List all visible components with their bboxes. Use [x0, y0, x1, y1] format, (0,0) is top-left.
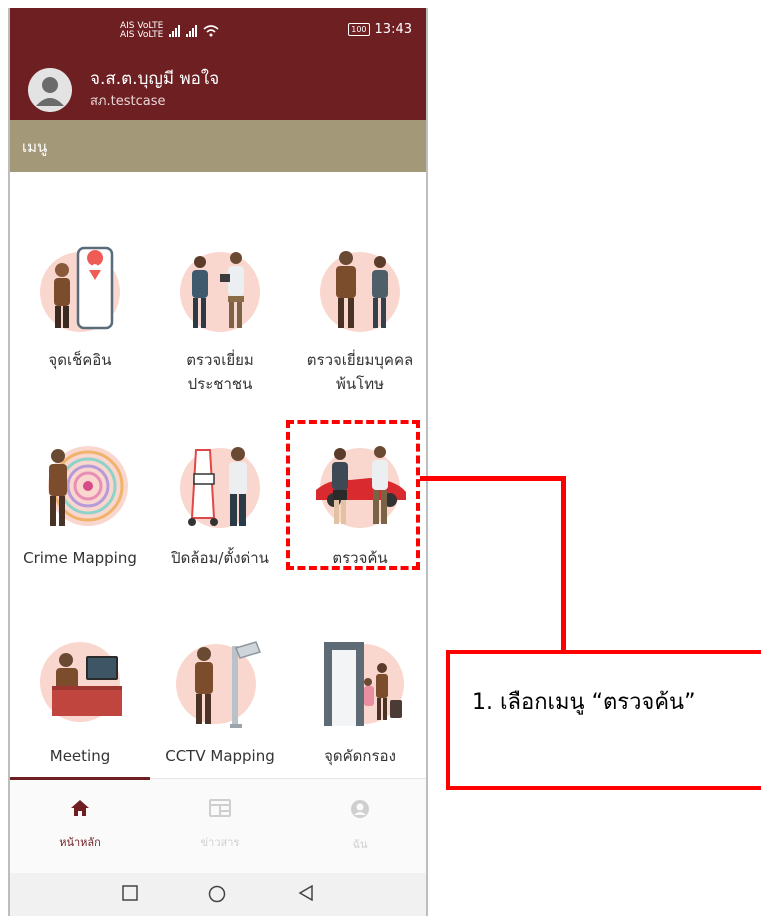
tab-news[interactable]: ข่าวสาร [150, 799, 290, 851]
menu-item-label: Meeting [49, 747, 111, 765]
tab-me-label: ฉัน [352, 838, 368, 851]
menu-item-label: จุดคัดกรอง [324, 747, 396, 765]
wifi-icon [203, 25, 219, 37]
visit-released-illustration-icon [320, 251, 400, 332]
avatar[interactable] [28, 68, 72, 112]
active-tab-indicator [10, 777, 150, 780]
news-icon [209, 799, 231, 817]
tab-news-label: ข่าวสาร [200, 836, 240, 849]
menu-item-visit-released[interactable]: ตรวจเยี่ยมบุคคล พ้นโทษ [290, 240, 426, 396]
highlight-search-menu [286, 420, 420, 570]
carrier-label-bottom: AIS VoLTE [120, 30, 164, 40]
tab-home[interactable]: หน้าหลัก [10, 799, 150, 851]
menu-item-label: ตรวจเยี่ยมบุคคล พ้นโทษ [290, 348, 426, 396]
recent-apps-icon[interactable] [122, 885, 138, 901]
menu-item-label-line1: ตรวจเยี่ยมบุคคล [306, 351, 414, 369]
menu-item-label-line1: ตรวจเยี่ยม [186, 351, 254, 369]
user-header: จ.ส.ต.บุญมี พอใจ สภ.testcase [10, 56, 426, 120]
system-navigation-bar [10, 873, 426, 916]
visit-citizen-illustration-icon [180, 252, 260, 332]
status-right: 100 13:43 [348, 22, 412, 37]
annotation-connector-h1 [420, 476, 566, 481]
home-icon [71, 800, 89, 816]
annotation-callout: 1. เลือกเมนู “ตรวจค้น” [446, 650, 761, 790]
signal-icon [169, 25, 181, 37]
menu-item-visit-citizen[interactable]: ตรวจเยี่ยม ประชาชน [150, 240, 290, 396]
battery-icon: 100 [348, 23, 370, 36]
user-icon [351, 800, 369, 818]
cctv-mapping-illustration-icon [176, 641, 262, 728]
menu-title: เมนู [22, 138, 48, 156]
menu-item-label-line2: พ้นโทษ [336, 375, 384, 393]
menu-item-label: ปิดล้อม/ตั้งด่าน [171, 549, 269, 567]
tab-home-label: หน้าหลัก [59, 836, 101, 849]
checkin-illustration-icon [40, 246, 120, 332]
tab-me[interactable]: ฉัน [290, 799, 426, 853]
menu-item-label: Crime Mapping [23, 549, 137, 567]
user-station: สภ.testcase [90, 94, 166, 109]
checkpoint-illustration-icon [180, 447, 260, 528]
meeting-illustration-icon [40, 642, 122, 722]
back-icon[interactable] [298, 885, 314, 901]
menu-item-checkpoint[interactable]: ปิดล้อม/ตั้งด่าน [150, 438, 290, 570]
status-bar: AIS VoLTE AIS VoLTE 100 13:43 [10, 8, 426, 56]
menu-item-screening-point[interactable]: จุดคัดกรอง [290, 636, 426, 768]
signal-indicators: AIS VoLTE AIS VoLTE [120, 22, 219, 40]
menu-item-checkin[interactable]: จุดเช็คอิน [10, 240, 150, 372]
menu-item-cctv-mapping[interactable]: CCTV Mapping [150, 636, 290, 768]
menu-item-label: ตรวจเยี่ยม ประชาชน [150, 348, 290, 396]
menu-item-label: จุดเช็คอิน [48, 351, 112, 369]
annotation-connector-v [561, 476, 566, 654]
clock: 13:43 [374, 22, 412, 37]
menu-item-crime-mapping[interactable]: Crime Mapping [10, 438, 150, 570]
crime-mapping-illustration-icon [48, 446, 128, 526]
annotation-text: 1. เลือกเมนู “ตรวจค้น” [472, 690, 696, 715]
bottom-navigation: หน้าหลัก ข่าวสาร ฉัน [10, 777, 426, 874]
menu-item-meeting[interactable]: Meeting [10, 636, 150, 768]
menu-title-bar: เมนู [10, 120, 426, 172]
home-button-icon[interactable] [208, 885, 226, 903]
signal-icon-2 [186, 25, 198, 37]
screening-illustration-icon [324, 642, 404, 726]
menu-item-label-line2: ประชาชน [187, 375, 253, 393]
user-name: จ.ส.ต.บุญมี พอใจ [90, 69, 220, 89]
menu-item-label: CCTV Mapping [165, 747, 275, 765]
avatar-icon [28, 68, 72, 112]
